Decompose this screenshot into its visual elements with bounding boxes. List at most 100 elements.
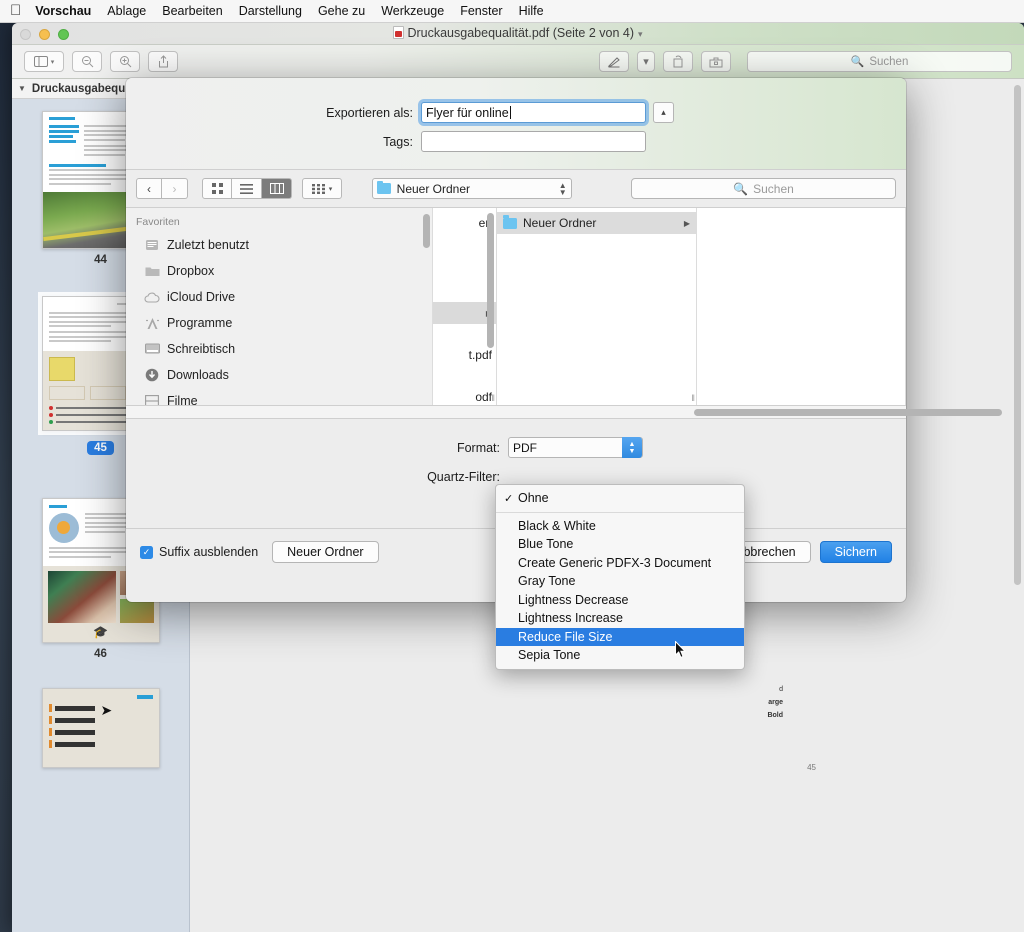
path-popup-button[interactable]: Neuer Ordner ▲ ▼ (371, 178, 572, 199)
chevron-down-icon[interactable]: ▾ (638, 29, 643, 39)
column-view-icon[interactable] (262, 178, 292, 199)
new-folder-button[interactable]: Neuer Ordner (272, 541, 379, 563)
sidebar-item-label: Downloads (167, 368, 229, 382)
share-icon[interactable] (148, 51, 178, 72)
file-browser-horizontal-scrollbar[interactable] (126, 406, 1002, 419)
sidebar-item-zuletzt-benutzt[interactable]: Zuletzt benutzt (126, 232, 432, 258)
list-view-icon[interactable] (232, 178, 262, 199)
column-resize-grip[interactable]: ‖ (691, 393, 695, 403)
menu-item-ohne[interactable]: ✓ Ohne (496, 489, 744, 508)
sidebar-group-label: Favoriten (136, 216, 180, 228)
file-browser: Favoriten Zuletzt benutzt Dropbox iCloud… (126, 208, 906, 406)
folder-icon (144, 263, 160, 279)
column-resize-grip[interactable]: ‖ (491, 393, 495, 403)
downloads-icon (144, 367, 160, 383)
checkmark-icon: ✓ (504, 492, 514, 505)
chevron-up-icon[interactable]: ▴ (653, 102, 674, 123)
menu-item-label: Ohne (518, 491, 549, 506)
file-row-label: odf (475, 390, 492, 404)
footer-buttons: Abbrechen Sichern (720, 541, 892, 563)
menu-item-label: Gray Tone (518, 574, 576, 589)
sidebar-item-label: Programme (167, 316, 233, 330)
file-row[interactable]: odf (433, 386, 496, 405)
markup-chevron-down-icon[interactable]: ▾ (637, 51, 655, 72)
icon-view-icon[interactable] (202, 178, 232, 199)
dialog-search-input[interactable]: 🔍 Suchen (630, 178, 896, 199)
zoom-in-icon[interactable] (110, 51, 140, 72)
menu-item-ablage[interactable]: Ablage (107, 4, 146, 18)
menu-item-lightness-increase[interactable]: Lightness Increase (496, 609, 744, 628)
format-value: PDF (513, 440, 537, 455)
menu-item-sepia-tone[interactable]: Sepia Tone (496, 646, 744, 665)
sidebar-item-label: Schreibtisch (167, 342, 236, 356)
menu-item-fenster[interactable]: Fenster (460, 4, 502, 18)
disclosure-triangle-icon[interactable]: ▼ (18, 84, 26, 93)
rotate-icon[interactable] (663, 51, 693, 72)
export-name-label: Exportieren als: (326, 105, 413, 120)
movies-icon (144, 393, 160, 405)
dialog-search-placeholder: Suchen (753, 181, 794, 196)
menu-item-blue-tone[interactable]: Blue Tone (496, 535, 744, 554)
menu-item-gehe-zu[interactable]: Gehe zu (318, 4, 365, 18)
sidebar-item-downloads[interactable]: Downloads (126, 362, 432, 388)
sidebar-scrollbar[interactable] (423, 214, 430, 248)
format-popup-button[interactable]: PDF ▲ ▼ (508, 437, 643, 458)
menu-item-black-and-white[interactable]: Black & White (496, 517, 744, 536)
suffix-checkbox-label: Suffix ausblenden (159, 545, 259, 559)
chevron-left-icon[interactable]: ‹ (136, 178, 162, 199)
menu-item-label: Lightness Increase (518, 611, 623, 626)
sidebar-item-dropbox[interactable]: Dropbox (126, 258, 432, 284)
sidebar-item-schreibtisch[interactable]: Schreibtisch (126, 336, 432, 362)
suffix-checkbox[interactable]: ✓ (140, 545, 153, 559)
tags-row: Tags: (126, 131, 906, 152)
folder-icon (376, 180, 391, 194)
menu-item-hilfe[interactable]: Hilfe (519, 4, 544, 18)
recents-icon (144, 237, 160, 253)
window-toolbar: ▾ ▾ 🔍 Suchen (12, 45, 1024, 79)
thumbnail-page-number-selected: 45 (87, 440, 114, 455)
export-dialog-header: Exportieren als: Flyer für online ▴ Tags… (126, 78, 906, 170)
markup-pen-icon[interactable] (599, 51, 629, 72)
menu-item-darstellung[interactable]: Darstellung (239, 4, 302, 18)
menu-item-werkzeuge[interactable]: Werkzeuge (381, 4, 444, 18)
sidebar-icon[interactable]: ▾ (24, 51, 64, 72)
menu-item-label: Create Generic PDFX-3 Document (518, 555, 712, 570)
search-icon: 🔍 (733, 181, 749, 196)
menu-item-gray-tone[interactable]: Gray Tone (496, 572, 744, 591)
sidebar-item-icloud-drive[interactable]: iCloud Drive (126, 284, 432, 310)
search-input[interactable]: 🔍 Suchen (747, 51, 1012, 72)
menu-item-create-generic-pdfx3-document[interactable]: Create Generic PDFX-3 Document (496, 554, 744, 573)
chevron-right-icon[interactable]: › (162, 178, 188, 199)
side-note: d (779, 686, 783, 693)
folder-row[interactable]: Neuer Ordner ▶ (497, 212, 696, 234)
sidebar-item-programme[interactable]: Programme (126, 310, 432, 336)
format-row: Format: PDF ▲ ▼ (126, 437, 906, 458)
menu-separator (496, 511, 744, 513)
file-column-scrollbar[interactable] (487, 213, 494, 348)
arrange-by-icon[interactable]: ▾ (302, 178, 342, 199)
tags-label: Tags: (383, 134, 413, 149)
apple-logo-icon[interactable]:  (10, 3, 21, 20)
menu-item-label: Sepia Tone (518, 648, 581, 663)
thumbnail-item[interactable]: ➤ (41, 688, 160, 768)
toolbox-icon[interactable] (701, 51, 731, 72)
sidebar-item-filme[interactable]: Filme (126, 388, 432, 405)
save-button[interactable]: Sichern (819, 541, 892, 563)
menu-item-lightness-decrease[interactable]: Lightness Decrease (496, 591, 744, 610)
document-vertical-scrollbar[interactable] (1014, 85, 1021, 585)
side-note: Bold (767, 712, 783, 719)
export-name-input[interactable]: Flyer für online (421, 102, 646, 123)
mouse-cursor (675, 640, 687, 659)
horizontal-scroll-thumb[interactable] (694, 409, 1002, 416)
zoom-out-icon[interactable] (72, 51, 102, 72)
quartz-filter-row: Quartz-Filter: (126, 470, 906, 484)
menu-item-vorschau[interactable]: Vorschau (35, 4, 91, 18)
folder-icon (503, 215, 517, 229)
view-mode-segments (202, 178, 292, 199)
path-popup-value: Neuer Ordner (396, 181, 471, 196)
menu-item-reduce-file-size[interactable]: Reduce File Size (496, 627, 744, 646)
menu-item-bearbeiten[interactable]: Bearbeiten (162, 4, 222, 18)
tags-input[interactable] (421, 131, 646, 152)
file-row[interactable]: t.pdf (433, 344, 496, 366)
search-icon: 🔍 (850, 56, 865, 68)
